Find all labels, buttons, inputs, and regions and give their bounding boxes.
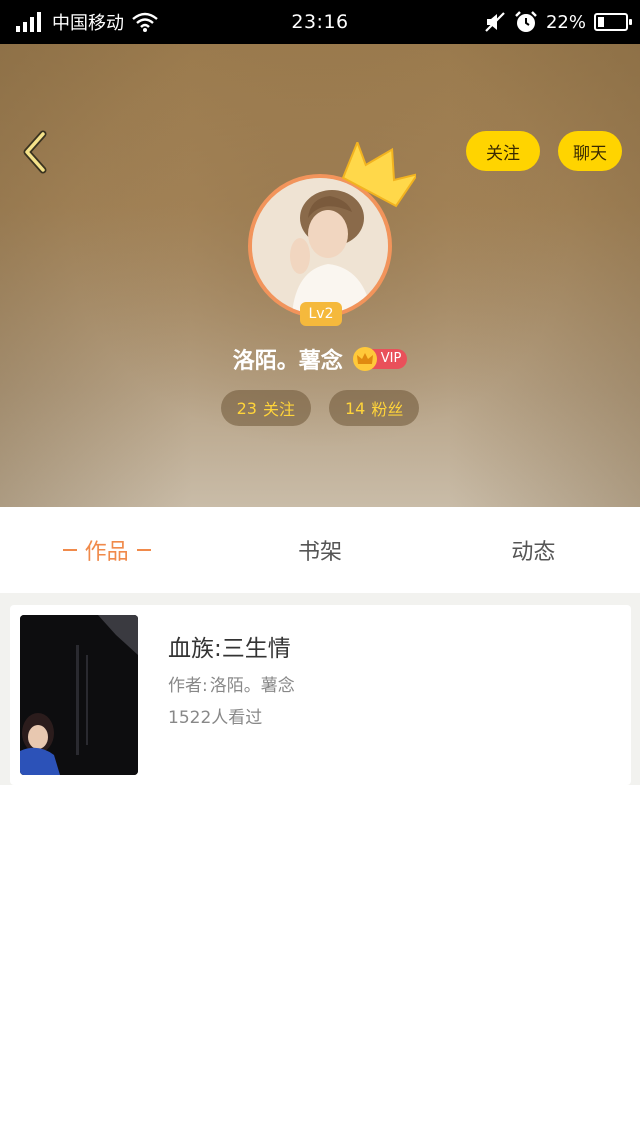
battery-icon [594, 13, 632, 31]
tab-works[interactable]: 作品 [0, 507, 213, 593]
follow-button[interactable]: 关注 [466, 131, 540, 171]
username: 洛陌。薯念 [232, 349, 343, 374]
followers-stat[interactable]: 14 粉丝 [329, 390, 420, 426]
stats-row: 23 关注 14 粉丝 [0, 390, 640, 426]
followers-label: 粉丝 [371, 400, 404, 419]
book-cover-image [20, 615, 138, 775]
tab-indicator-left [62, 549, 77, 551]
status-right: 22% [484, 0, 632, 44]
crown-icon [341, 142, 416, 208]
tab-bar: 作品 书架 动态 [0, 507, 640, 593]
work-author-name: 洛陌。薯念 [209, 676, 295, 696]
vip-label: VIP [371, 349, 408, 369]
carrier-name: 中国移动 [52, 13, 124, 34]
following-label: 关注 [262, 400, 295, 419]
status-bar: 中国移动 23:16 22% [0, 0, 640, 44]
wifi-icon [132, 12, 158, 32]
tab-bookshelf[interactable]: 书架 [213, 507, 426, 593]
alarm-icon [515, 11, 537, 32]
profile-header: 关注 聊天 Lv2 洛陌。薯念 VIP 23 关注 14 粉丝 [0, 44, 640, 507]
level-badge: Lv2 [300, 302, 342, 326]
following-stat[interactable]: 23 关注 [220, 390, 311, 426]
tab-works-label: 作品 [84, 540, 129, 565]
signal-icon [16, 12, 41, 32]
back-button[interactable] [14, 130, 54, 174]
work-author: 作者: 洛陌。薯念 [168, 671, 295, 696]
battery-level-fill [598, 17, 604, 27]
vip-crown-icon [352, 347, 377, 371]
works-list: 血族:三生情 作者: 洛陌。薯念 1522人看过 [0, 593, 640, 1138]
tab-bookshelf-label: 书架 [297, 540, 342, 565]
name-row: 洛陌。薯念 VIP [0, 342, 640, 376]
book-cover[interactable] [20, 615, 138, 775]
work-author-prefix: 作者: [168, 676, 208, 696]
followers-count: 14 [345, 398, 366, 418]
work-views: 1522人看过 [168, 708, 263, 728]
tab-activity[interactable]: 动态 [427, 507, 640, 593]
tab-indicator-right [136, 549, 151, 551]
list-item[interactable]: 血族:三生情 作者: 洛陌。薯念 1522人看过 [10, 605, 631, 785]
battery-percent: 22% [545, 11, 586, 33]
status-left: 中国移动 [16, 0, 158, 44]
back-arrow-icon [23, 130, 47, 174]
mute-icon [485, 12, 505, 32]
work-title[interactable]: 血族:三生情 [168, 629, 291, 663]
following-count: 23 [236, 398, 257, 418]
tab-activity-label: 动态 [511, 540, 556, 565]
vip-badge: VIP [352, 347, 408, 371]
chat-button[interactable]: 聊天 [558, 131, 622, 171]
